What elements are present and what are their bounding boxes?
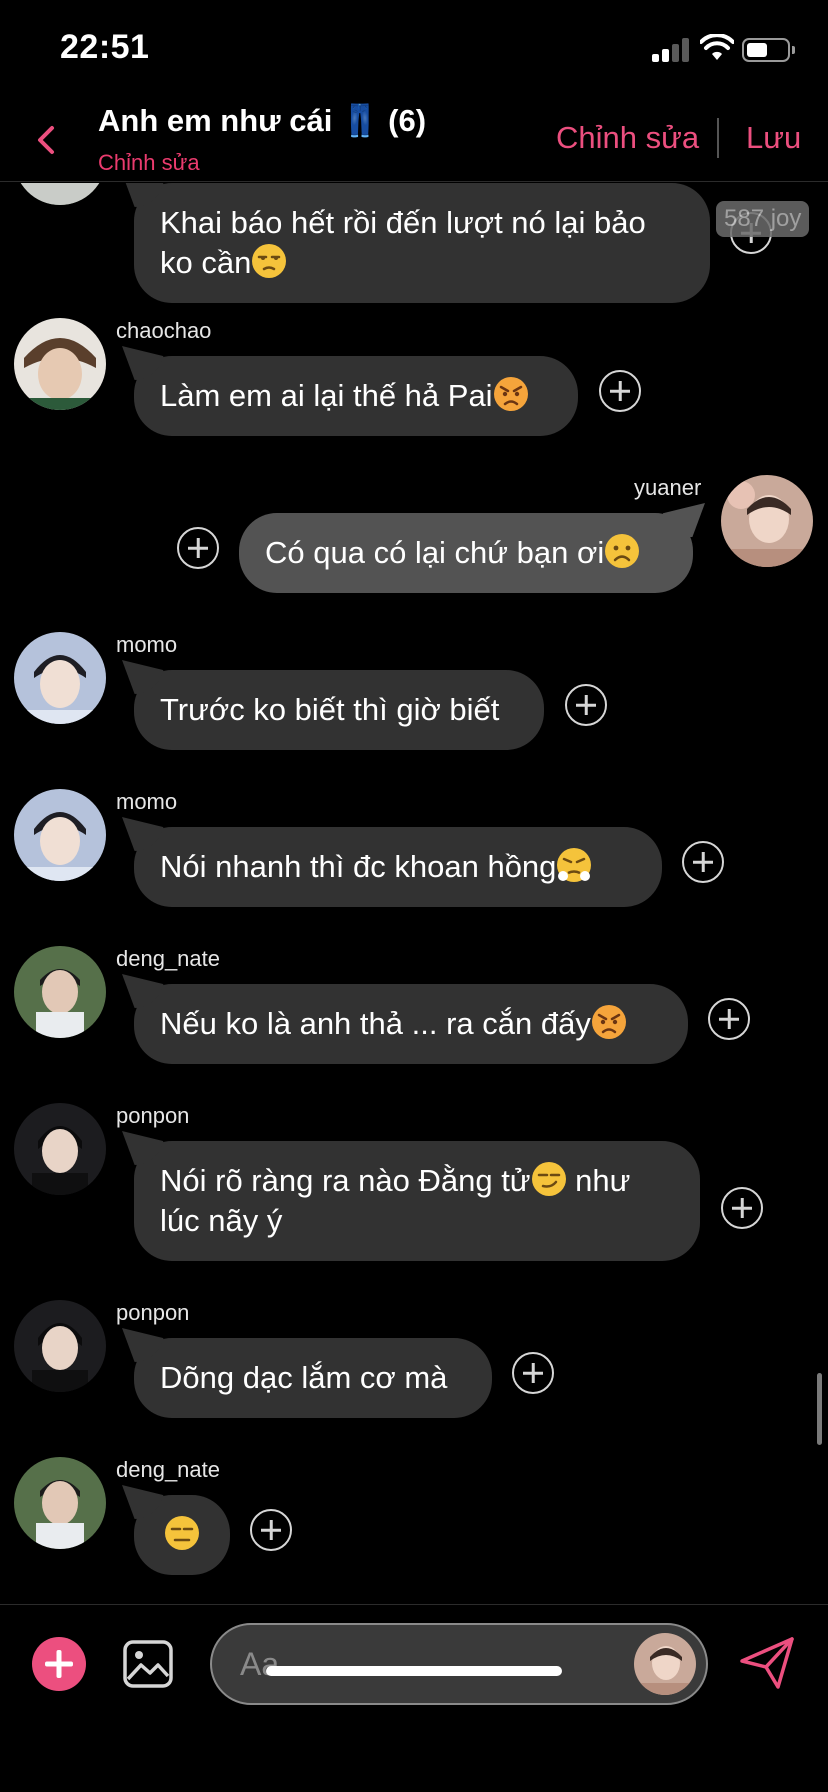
signal-icon [652,38,690,62]
message-bubble[interactable]: Làm em ai lại thế hả Pai [134,356,578,436]
save-button[interactable]: Lưu [746,120,801,156]
message-text: Khai báo hết rồi đến lượt nó lại bảo ko … [160,205,646,280]
add-reaction-icon[interactable] [177,527,219,569]
header-divider [717,118,719,158]
status-time: 22:51 [60,28,150,66]
message-text: Có qua có lại chứ bạn ơi [265,535,605,570]
add-reaction-icon[interactable] [565,684,607,726]
add-reaction-icon[interactable] [682,841,724,883]
add-reaction-icon[interactable] [599,370,641,412]
sender-name: ponpon [116,1300,190,1325]
edit-button[interactable]: Chỉnh sửa [556,120,699,156]
message-text: Làm em ai lại thế hả Pai [160,378,493,413]
back-icon[interactable] [28,122,64,158]
message-bubble[interactable]: Nói rõ ràng ra nào Đằng tử như lúc nãy ý [134,1141,700,1261]
message-bubble[interactable]: Có qua có lại chứ bạn ơi [239,513,693,593]
message-text: Nói rõ ràng ra nào Đằng tử [160,1163,531,1198]
add-reaction-icon[interactable] [721,1187,763,1229]
add-reaction-icon[interactable] [250,1509,292,1551]
avatar[interactable] [14,1457,106,1549]
group-subtitle[interactable]: Chỉnh sửa [98,150,200,176]
add-reaction-icon[interactable] [512,1352,554,1394]
image-icon[interactable] [122,1639,174,1689]
message-bubble[interactable]: Trước ko biết thì giờ biết [134,670,544,750]
battery-icon [742,38,795,62]
message-bubble[interactable]: Dõng dạc lắm cơ mà [134,1338,492,1418]
scrollbar[interactable] [817,1373,822,1445]
add-reaction-icon[interactable] [708,998,750,1040]
message-bubble[interactable]: Nếu ko là anh thả ... ra cắn đấy [134,984,688,1064]
message-text: Dõng dạc lắm cơ mà [160,1360,448,1395]
joy-badge: 587 joy [716,201,810,237]
unamused-emoji-icon [252,244,287,278]
angry-emoji-icon [591,1005,626,1039]
sender-name: deng_nate [116,1457,220,1482]
avatar[interactable] [634,1633,696,1695]
avatar[interactable] [14,946,106,1038]
message-text: Nếu ko là anh thả ... ra cắn đấy [160,1006,591,1041]
message-input[interactable] [240,1643,620,1685]
message-bubble[interactable]: Nói nhanh thì đc khoan hồng [134,827,662,907]
sender-name: ponpon [116,1103,190,1128]
avatar[interactable] [14,318,106,410]
send-icon[interactable] [738,1635,796,1691]
message-field[interactable] [210,1623,708,1705]
avatar[interactable] [14,1103,106,1195]
home-indicator[interactable] [266,1666,562,1676]
sender-name: deng_nate [116,946,220,971]
plus-icon[interactable] [32,1637,86,1691]
status-bar: 22:51 [0,0,828,100]
smirk-emoji-icon [531,1162,566,1196]
angry-emoji-icon [493,377,528,411]
message-text: Nói nhanh thì đc khoan hồng [160,849,557,884]
sender-name: momo [116,789,178,814]
avatar[interactable] [14,1300,106,1392]
sender-name: chaochao [116,318,212,343]
avatar[interactable] [14,183,106,205]
chat-header: Anh em như cái 👖 (6) Chỉnh sửa Chỉnh sửa… [0,100,828,182]
sender-name: momo [116,632,178,657]
message-composer [0,1604,828,1792]
group-title[interactable]: Anh em như cái 👖 (6) [98,102,426,139]
avatar[interactable] [721,475,813,567]
frown-emoji-icon [605,534,640,568]
message-bubble[interactable]: Khai báo hết rồi đến lượt nó lại bảo ko … [134,183,710,303]
wifi-icon [700,34,734,60]
expressionless-emoji-icon [165,1516,199,1550]
message-list[interactable]: Khai báo hết rồi đến lượt nó lại bảo ko … [0,183,828,1603]
message-text: Trước ko biết thì giờ biết [160,692,500,727]
avatar[interactable] [14,632,106,724]
avatar[interactable] [14,789,106,881]
message-bubble[interactable] [134,1495,230,1575]
triumph-emoji-icon [557,848,592,882]
sender-name: yuaner [634,475,702,500]
